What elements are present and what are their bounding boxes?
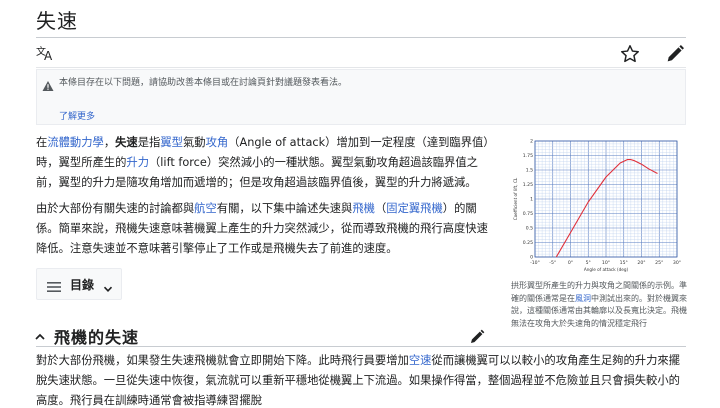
link-airfoil[interactable]: 翼型 (160, 136, 183, 149)
tools-divider (36, 67, 686, 68)
x-tick-label: 10° (602, 260, 610, 266)
y-tick-label: 1 (530, 197, 533, 203)
link-aviation[interactable]: 航空 (194, 202, 217, 215)
language-icon[interactable]: 文 A (36, 43, 56, 63)
svg-text:A: A (44, 49, 53, 63)
chevron-up-icon[interactable] (34, 328, 46, 340)
link-wind-tunnel[interactable]: 風洞 (575, 294, 591, 303)
y-tick-label: 1.25 (523, 182, 533, 188)
y-tick-label: 2 (530, 139, 533, 145)
warning-icon (42, 77, 54, 91)
issues-notice: 本條目存在以下問題，請協助改善本條目或在討論頁針對議題發表看法。 了解更多 (36, 69, 686, 125)
x-tick-label: 0° (568, 260, 573, 266)
link-fixed-wing[interactable]: 固定翼飛機 (386, 202, 443, 215)
y-tick-label: 1.5 (526, 168, 533, 174)
lift-chart: -10° -5° 0° 5° 10° 15° 20° 25° 30° 0 0.25 0.5 0.75 1 1… (513, 139, 681, 272)
y-axis-label: Coefficient of lift, CL (513, 177, 518, 220)
x-tick-label: -10° (530, 260, 540, 266)
y-tick-label: 0 (530, 255, 533, 261)
section-heading: 飛機的失速 (54, 328, 140, 347)
x-tick-label: 15° (620, 260, 628, 266)
page-title: 失速 (36, 9, 78, 33)
y-tick-label: 0.25 (523, 240, 533, 246)
section-edit-icon[interactable] (468, 328, 486, 346)
term-stall: 失速 (115, 136, 138, 149)
lift-chart-figure[interactable]: -10° -5° 0° 5° 10° 15° 20° 25° 30° 0 0.25 0.5 0.75 1 1… (509, 131, 686, 277)
link-fluid-dynamics[interactable]: 流體動力學 (47, 136, 104, 149)
learn-more-link[interactable]: 了解更多 (59, 109, 95, 122)
stall-recovery-paragraph: 對於大部份飛機，如果發生失速飛機就會立即開始下降。此時飛行員要增加空速從而讓機翼… (36, 354, 680, 407)
section-divider (36, 346, 686, 347)
watch-star-icon[interactable] (619, 43, 641, 65)
link-aircraft[interactable]: 飛機 (352, 202, 375, 215)
edit-pencil-icon[interactable] (664, 43, 686, 65)
toc-label: 目錄 (70, 278, 95, 292)
x-tick-label: 20° (637, 260, 645, 266)
y-tick-label: 0.75 (523, 211, 533, 217)
link-airspeed[interactable]: 空速 (409, 354, 432, 367)
notice-text: 本條目存在以下問題，請協助改善本條目或在討論頁針對議題發表看法。 (59, 78, 348, 88)
x-axis-label: Angle of attack (deg) (584, 267, 629, 272)
link-angle-of-attack[interactable]: 攻角 (206, 136, 229, 149)
x-tick-label: 5° (586, 260, 591, 266)
intro-paragraph: 在流體動力學，失速是指翼型氣動攻角（Angle of attack）增加到一定程… (36, 136, 495, 189)
figure-caption: 拱形翼型所產生的升力與攻角之間關係的示例。準確的關係通常是在風洞中測試出來的。對… (511, 281, 687, 328)
y-tick-label: 0.5 (526, 226, 533, 232)
chevron-down-icon (103, 279, 113, 292)
title-divider (36, 37, 686, 38)
x-tick-label: -5° (549, 260, 556, 266)
toc-button[interactable]: 目錄 (36, 268, 122, 300)
x-tick-label: 30° (673, 260, 681, 266)
x-tick-label: 25° (655, 260, 663, 266)
list-icon (47, 278, 61, 292)
link-lift[interactable]: 升力 (126, 156, 149, 169)
aviation-paragraph: 由於大部份有關失速的討論都與航空有關，以下集中論述失速與飛機（固定翼飛機）的關係… (36, 202, 488, 255)
y-tick-label: 1.75 (523, 153, 533, 159)
